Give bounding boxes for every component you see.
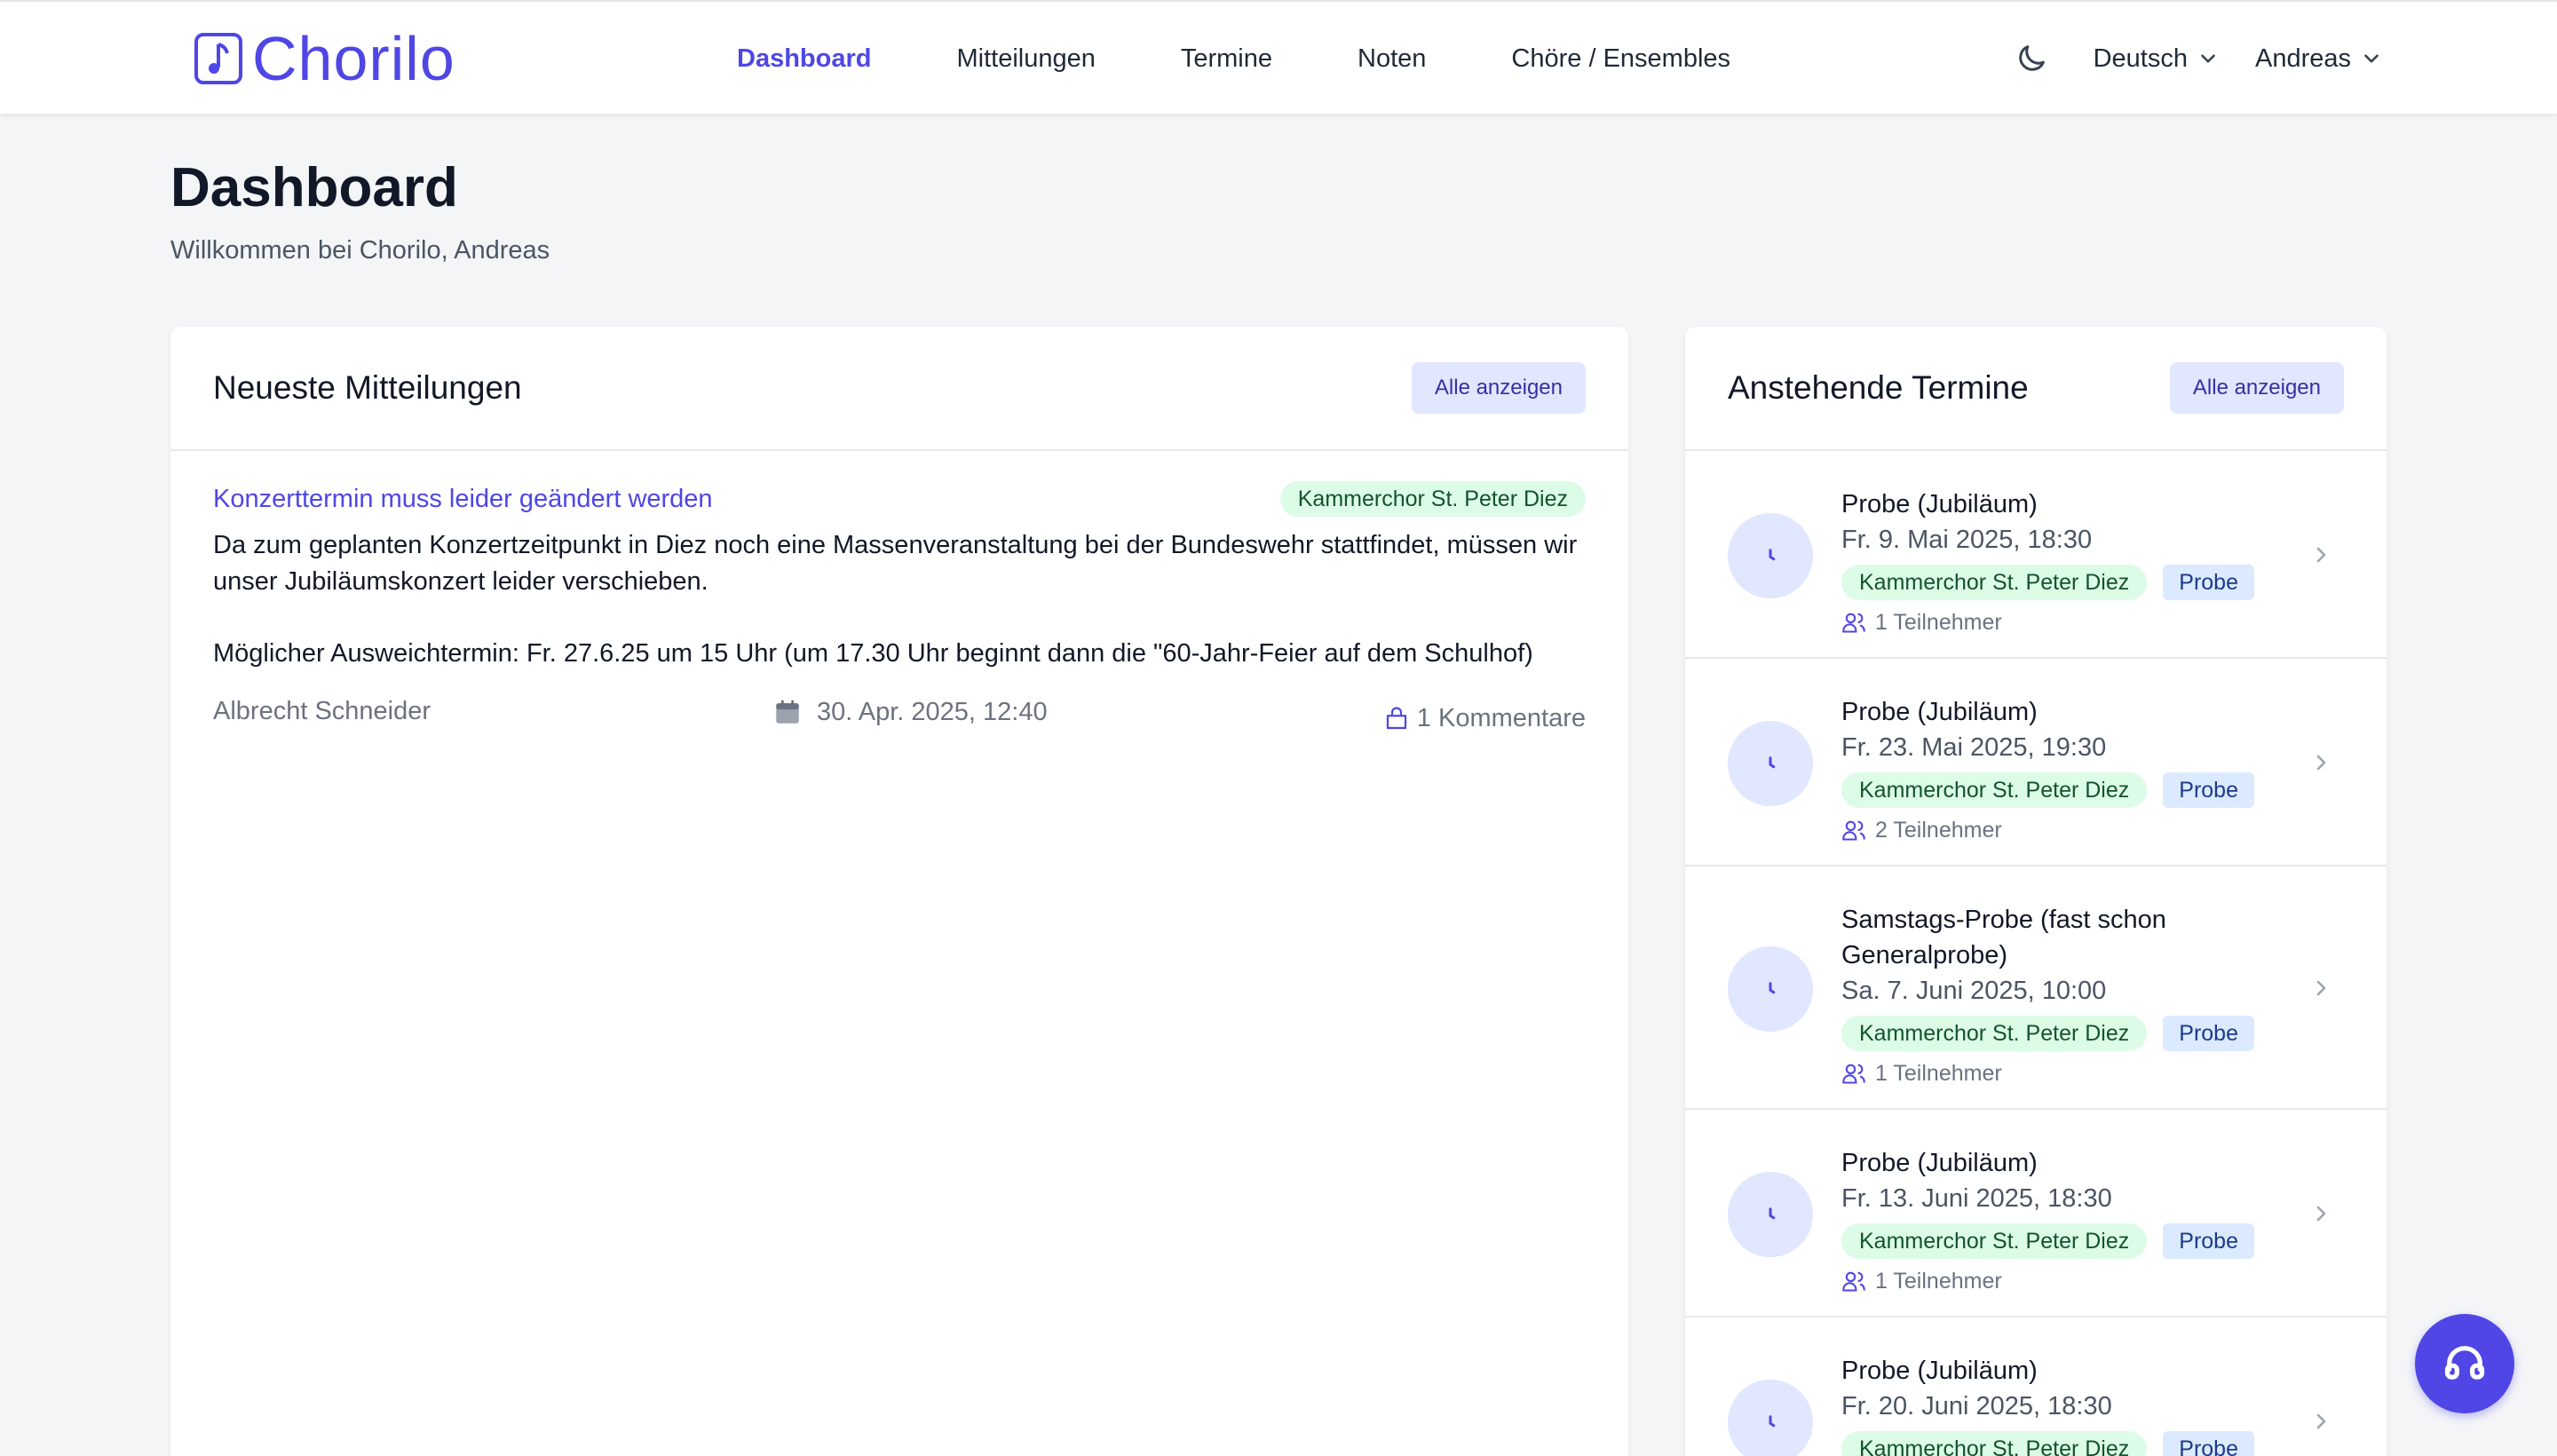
event-title: Probe (Jubiläum)	[1841, 1357, 2038, 1385]
user-label: Andreas	[2254, 44, 2351, 73]
event-item[interactable]: Probe (Jubiläum) Fr. 23. Mai 2025, 19:30…	[1685, 659, 2387, 866]
event-type-badge: Probe	[2163, 565, 2254, 600]
language-dropdown[interactable]: Deutsch	[2094, 44, 2220, 74]
event-date: Fr. 23. Mai 2025, 19:30	[1841, 733, 2107, 762]
event-participants: 1 Teilnehmer	[1841, 607, 2344, 637]
event-clock-badge	[1728, 721, 1813, 806]
event-item[interactable]: Samstags-Probe (fast schon Generalprobe)…	[1685, 866, 2387, 1110]
chevron-right-icon	[2316, 547, 2326, 563]
page-subtitle: Willkommen bei Chorilo, Andreas	[170, 236, 550, 265]
choir-badge: Kammerchor St. Peter Diez	[1841, 772, 2148, 808]
choir-badge: Kammerchor St. Peter Diez	[1841, 1016, 2148, 1051]
events-view-all-button[interactable]: Alle anzeigen	[2169, 362, 2344, 414]
event-participants-text: 1 Teilnehmer	[1875, 609, 2002, 635]
app-name: Chorilo	[252, 24, 455, 93]
choir-badge: Kammerchor St. Peter Diez	[1841, 1431, 2148, 1456]
nav-choere[interactable]: Chöre / Ensembles	[1511, 44, 1730, 74]
event-title: Samstags-Probe (fast schon Generalprobe)	[1841, 906, 2166, 969]
calendar-icon	[776, 700, 799, 724]
chevron-right-icon	[2316, 980, 2326, 996]
event-clock-badge	[1728, 1380, 1813, 1456]
event-clock-badge	[1728, 946, 1813, 1032]
event-title: Probe (Jubiläum)	[1841, 698, 2038, 726]
messages-card: Neueste Mitteilungen Alle anzeigen Konze…	[170, 327, 1628, 1456]
message-date: 30. Apr. 2025, 12:40	[772, 697, 1048, 727]
music-note-icon	[194, 33, 242, 84]
headset-icon	[2444, 1346, 2485, 1380]
choir-badge: Kammerchor St. Peter Diez	[1841, 1223, 2148, 1259]
event-date: Fr. 20. Juni 2025, 18:30	[1841, 1392, 2112, 1420]
event-date: Fr. 9. Mai 2025, 18:30	[1841, 526, 2093, 554]
message-author: Albrecht Schneider	[213, 697, 431, 725]
events-card-header: Anstehende Termine Alle anzeigen	[1685, 327, 2387, 451]
event-participants-text: 2 Teilnehmer	[1875, 817, 2002, 843]
message-date-text: 30. Apr. 2025, 12:40	[817, 697, 1048, 726]
message-paragraph: Da zum geplanten Konzertzeitpunkt in Die…	[213, 531, 1578, 596]
event-participants: 1 Teilnehmer	[1841, 1266, 2344, 1296]
chevron-right-icon	[2316, 1413, 2326, 1429]
event-date: Fr. 13. Juni 2025, 18:30	[1841, 1184, 2112, 1213]
event-item[interactable]: Probe (Jubiläum) Fr. 13. Juni 2025, 18:3…	[1685, 1110, 2387, 1318]
users-icon	[1842, 613, 1865, 633]
support-button[interactable]	[2415, 1314, 2514, 1413]
messages-card-title: Neueste Mitteilungen	[213, 369, 522, 406]
nav-noten[interactable]: Noten	[1358, 44, 1426, 74]
message-item: Konzerttermin muss leider geändert werde…	[170, 451, 1628, 732]
nav-right: Deutsch Andreas	[2014, 2, 2383, 115]
page-title: Dashboard	[170, 157, 458, 218]
event-participants-text: 1 Teilnehmer	[1875, 1060, 2002, 1086]
nav-termine[interactable]: Termine	[1181, 44, 1272, 74]
chevron-down-icon	[2364, 54, 2379, 63]
users-icon	[1842, 1064, 1865, 1084]
main-nav: Dashboard Mitteilungen Termine Noten Chö…	[737, 2, 1816, 115]
messages-view-all-button[interactable]: Alle anzeigen	[1411, 362, 1586, 414]
choir-badge: Kammerchor St. Peter Diez	[1841, 565, 2148, 600]
clock-icon	[1769, 982, 1776, 994]
event-item[interactable]: Probe (Jubiläum) Fr. 9. Mai 2025, 18:30 …	[1685, 451, 2387, 659]
clock-icon	[1769, 1415, 1776, 1428]
events-card-title: Anstehende Termine	[1728, 369, 2029, 406]
event-type-badge: Probe	[2163, 1431, 2254, 1456]
event-participants-text: 1 Teilnehmer	[1875, 1268, 2002, 1294]
event-date: Sa. 7. Juni 2025, 10:00	[1841, 977, 2107, 1005]
user-dropdown[interactable]: Andreas	[2255, 44, 2383, 74]
message-comments[interactable]: 1 Kommentare	[1383, 704, 1586, 733]
message-body: Da zum geplanten Konzertzeitpunkt in Die…	[213, 527, 1598, 672]
nav-dashboard[interactable]: Dashboard	[737, 44, 871, 74]
event-item[interactable]: Probe (Jubiläum) Fr. 20. Juni 2025, 18:3…	[1685, 1318, 2387, 1456]
message-title-link[interactable]: Konzerttermin muss leider geändert werde…	[213, 485, 713, 514]
language-label: Deutsch	[2093, 44, 2188, 73]
chevron-down-icon	[2201, 54, 2215, 63]
comment-icon	[1386, 706, 1406, 729]
event-title: Probe (Jubiläum)	[1841, 490, 2038, 518]
app-logo[interactable]: Chorilo	[194, 27, 455, 91]
message-meta: Albrecht Schneider 30. Apr. 2025, 12:40 …	[213, 693, 1586, 732]
chevron-right-icon	[2316, 755, 2326, 771]
nav-mitteilungen[interactable]: Mitteilungen	[956, 44, 1095, 74]
message-paragraph: Möglicher Ausweichtermin: Fr. 27.6.25 um…	[213, 639, 1533, 668]
users-icon	[1842, 820, 1865, 841]
clock-icon	[1769, 1207, 1776, 1220]
event-type-badge: Probe	[2163, 772, 2254, 808]
event-participants: 2 Teilnehmer	[1841, 815, 2344, 845]
moon-icon[interactable]	[2014, 41, 2049, 76]
clock-icon	[1769, 756, 1776, 769]
choir-badge: Kammerchor St. Peter Diez	[1279, 481, 1586, 517]
message-comments-text: 1 Kommentare	[1416, 704, 1586, 732]
navbar: Chorilo Dashboard Mitteilungen Termine N…	[0, 0, 2557, 114]
event-clock-badge	[1728, 513, 1813, 598]
event-clock-badge	[1728, 1172, 1813, 1257]
messages-card-header: Neueste Mitteilungen Alle anzeigen	[170, 327, 1628, 451]
clock-icon	[1769, 549, 1776, 561]
events-card: Anstehende Termine Alle anzeigen Probe (…	[1685, 327, 2387, 1456]
event-type-badge: Probe	[2163, 1223, 2254, 1259]
event-title: Probe (Jubiläum)	[1841, 1149, 2038, 1177]
event-participants: 1 Teilnehmer	[1841, 1058, 2344, 1088]
chevron-right-icon	[2316, 1206, 2326, 1222]
event-type-badge: Probe	[2163, 1016, 2254, 1051]
users-icon	[1842, 1271, 1865, 1292]
